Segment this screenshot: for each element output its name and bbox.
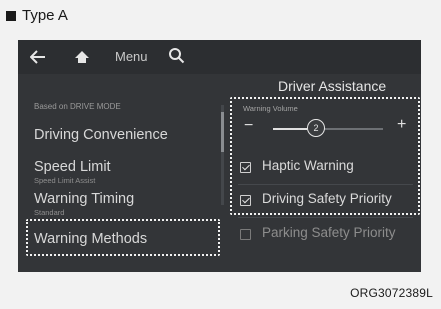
divider: [238, 217, 413, 218]
based-on-label: Based on DRIVE MODE: [34, 102, 121, 111]
type-label: Type A: [6, 7, 68, 24]
search-icon[interactable]: [168, 47, 185, 69]
home-icon[interactable]: [74, 50, 90, 69]
page-title: Driver Assistance: [278, 78, 387, 94]
square-bullet-icon: [6, 11, 16, 21]
figure-code: ORG3072389L: [350, 286, 433, 300]
type-label-text: Type A: [22, 7, 68, 24]
menu-item-driving-convenience[interactable]: Driving Convenience: [34, 127, 168, 143]
highlight-warning-methods: [26, 219, 220, 256]
menu-item-warning-timing[interactable]: Warning Timing: [34, 191, 134, 207]
infotainment-screen: Menu Driver Assistance Based on DRIVE MO…: [18, 40, 421, 272]
top-bar: Menu: [18, 40, 421, 74]
parking-safety-priority-label[interactable]: Parking Safety Priority: [262, 225, 396, 240]
highlight-volume-and-options: [230, 97, 420, 215]
back-arrow-icon[interactable]: [29, 50, 46, 69]
menu-button[interactable]: Menu: [115, 49, 148, 64]
parking-safety-priority-checkbox[interactable]: [240, 229, 251, 240]
scrollbar-thumb[interactable]: [221, 112, 224, 152]
speed-limit-subtitle: Speed Limit Assist: [34, 176, 96, 185]
menu-item-speed-limit[interactable]: Speed Limit: [34, 159, 111, 175]
warning-timing-subtitle: Standard: [34, 208, 65, 217]
